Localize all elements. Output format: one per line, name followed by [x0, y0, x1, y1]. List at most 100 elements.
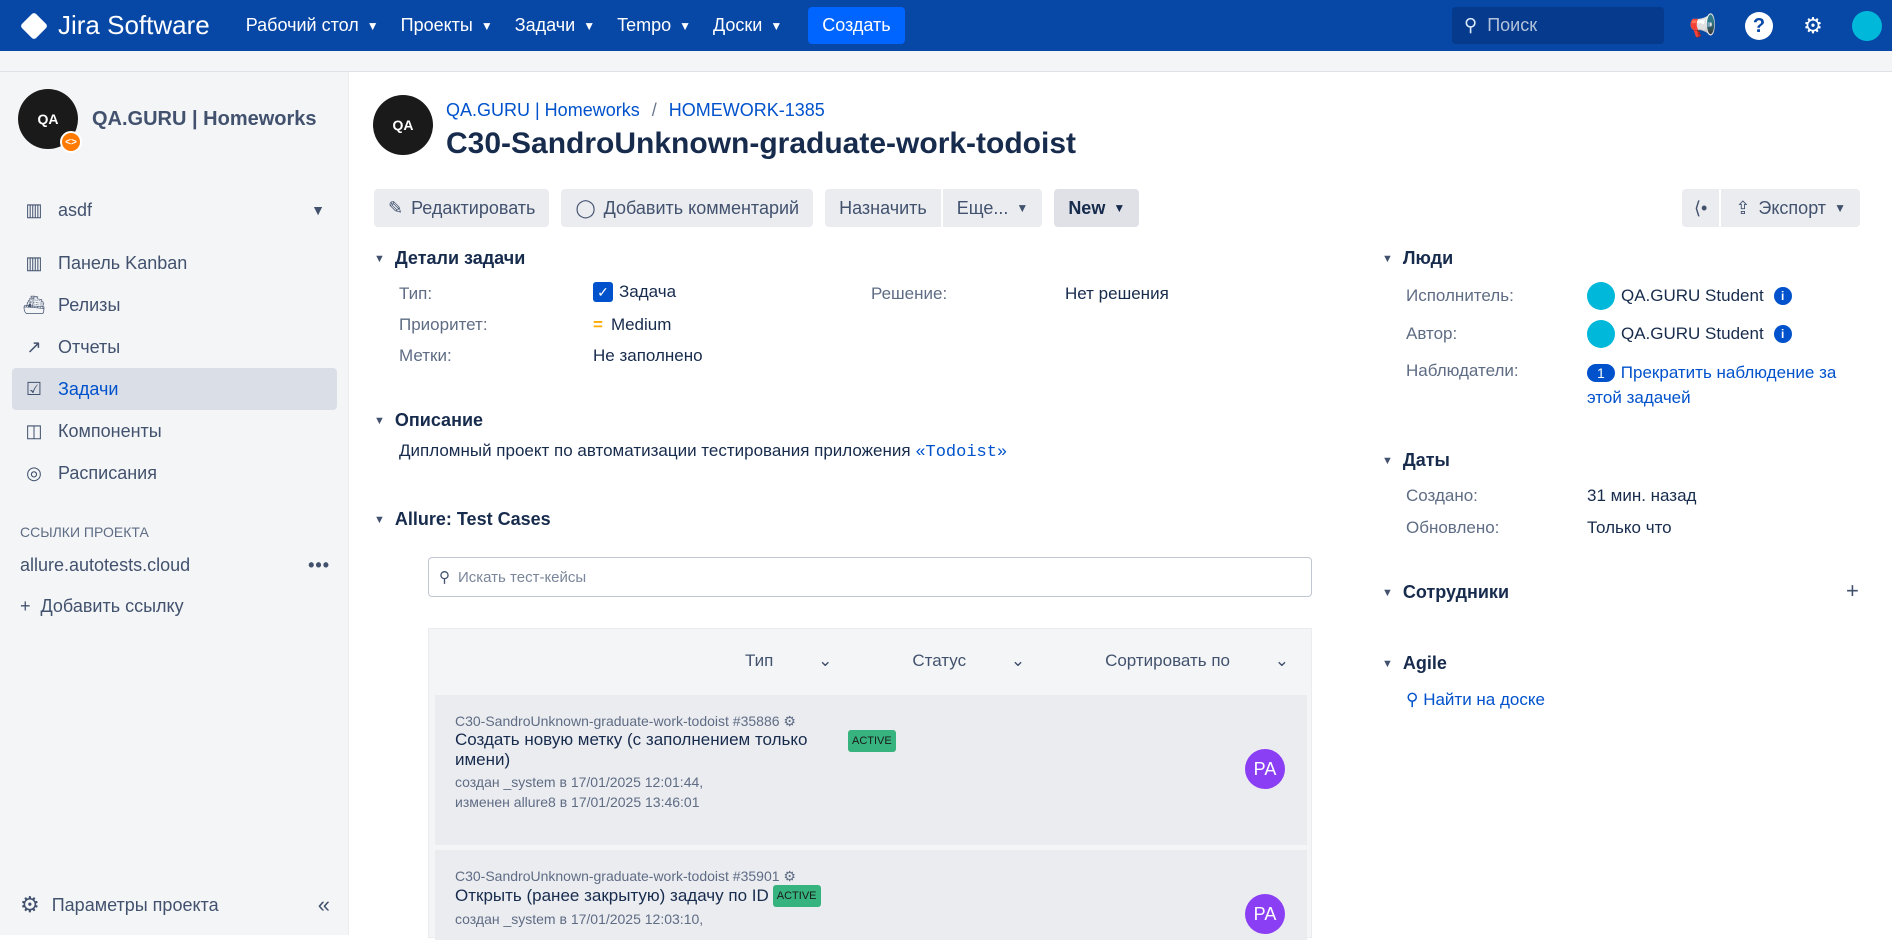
search-icon: ⚲ [1406, 690, 1419, 709]
description-text[interactable]: Дипломный проект по автоматизации тестир… [399, 441, 1007, 462]
collapse-sidebar-icon[interactable]: « [318, 892, 330, 918]
filter-status[interactable]: Статус ⌄ [872, 651, 1025, 671]
nav-dashboard[interactable]: Рабочий стол ▼ [246, 15, 379, 36]
details-section-toggle[interactable]: ▼ Детали задачи [374, 248, 525, 269]
project-avatar: QA <> [18, 89, 82, 153]
sort-by-label: Сортировать по [1105, 651, 1231, 670]
breadcrumb-project-link[interactable]: QA.GURU | Homeworks [446, 100, 640, 121]
employees-section-toggle[interactable]: ▼ Сотрудники [1382, 582, 1509, 603]
test-case-id-text: C30-SandroUnknown-graduate-work-todoist … [455, 713, 780, 729]
project-header[interactable]: QA <> QA.GURU | Homeworks [18, 89, 317, 153]
status-transition-button[interactable]: New ▼ [1054, 189, 1140, 227]
sort-by[interactable]: Сортировать по ⌄ [1065, 651, 1289, 671]
issue-title[interactable]: C30-SandroUnknown-graduate-work-todoist [446, 127, 1076, 161]
add-link-label: Добавить ссылку [40, 596, 184, 616]
priority-label: Приоритет: [399, 315, 488, 334]
sidebar-item-components[interactable]: ◫ Компоненты [12, 410, 337, 452]
issue-toolbar-right: ⟨• ⇪ Экспорт ▼ [1682, 189, 1872, 227]
filter-type[interactable]: Тип ⌄ [705, 651, 832, 671]
add-comment-button[interactable]: ◯ Добавить комментарий [561, 189, 814, 227]
description-section-toggle[interactable]: ▼ Описание [374, 410, 483, 431]
user-avatar[interactable] [1852, 11, 1882, 41]
nav-boards-label: Доски [713, 15, 763, 35]
add-comment-label: Добавить комментарий [603, 197, 800, 218]
test-case-search-input[interactable]: ⚲ Искать тест-кейсы [428, 557, 1312, 597]
pencil-icon: ✎ [388, 197, 404, 218]
dates-section-toggle[interactable]: ▼ Даты [1382, 450, 1450, 471]
assignee-value[interactable]: QA.GURU Student i [1587, 282, 1792, 310]
chevron-down-icon: ▼ [374, 513, 385, 526]
ship-icon: ⛴ [22, 294, 46, 315]
more-actions-button[interactable]: Еще... ▼ [942, 189, 1043, 227]
reporter-name: QA.GURU Student [1621, 324, 1764, 343]
user-avatar [1587, 320, 1615, 348]
edit-button[interactable]: ✎ Редактировать [374, 189, 550, 227]
chevron-down-icon: ▼ [374, 414, 385, 427]
allure-section-toggle[interactable]: ▼ Allure: Test Cases [374, 509, 551, 530]
add-employee-icon[interactable]: + [1846, 578, 1859, 604]
find-on-board-link[interactable]: ⚲ Найти на доске [1406, 690, 1545, 710]
assignee-name: QA.GURU Student [1621, 286, 1764, 305]
board-icon: ▥ [25, 199, 43, 220]
info-icon[interactable]: i [1773, 325, 1792, 343]
sidebar-item-reports[interactable]: ↗ Отчеты [12, 326, 337, 368]
jira-logo[interactable]: Jira Software [19, 10, 210, 41]
more-options-icon[interactable]: ••• [308, 555, 330, 576]
chevron-down-icon: ⌄ [1274, 651, 1289, 670]
nav-issues[interactable]: Задачи ▼ [515, 15, 595, 36]
board-selector[interactable]: ▥ asdf ▼ [12, 189, 337, 231]
priority-value-text: Medium [610, 315, 672, 334]
project-sidebar: QA <> QA.GURU | Homeworks ▥ asdf ▼ ▥ Пане… [0, 72, 349, 935]
agile-section-toggle[interactable]: ▼ Agile [1382, 653, 1447, 674]
test-case-created: создан _system в 17/01/2025 12:01:44, [455, 774, 704, 790]
project-settings[interactable]: ⚙ Параметры проекта « [20, 892, 330, 918]
test-case-card[interactable]: C30-SandroUnknown-graduate-work-todoist … [435, 695, 1307, 845]
nav-boards[interactable]: Доски ▼ [713, 15, 782, 36]
reporter-value[interactable]: QA.GURU Student i [1587, 320, 1792, 348]
sidebar-item-schedules[interactable]: ◎ Расписания [12, 452, 337, 494]
gear-icon[interactable]: ⚙ [1798, 11, 1828, 41]
help-icon[interactable]: ? [1745, 12, 1773, 40]
chevron-down-icon: ▼ [1834, 201, 1846, 215]
nav-projects[interactable]: Проекты ▼ [401, 15, 493, 36]
sidebar-item-label: Панель Kanban [58, 252, 188, 273]
megaphone-icon[interactable]: 📢 [1688, 11, 1718, 41]
nav-tempo[interactable]: Tempo ▼ [617, 15, 691, 36]
main-nav: Рабочий стол ▼ Проекты ▼ Задачи ▼ Tempo ▼ До… [246, 7, 905, 44]
stop-watching-link-cont[interactable]: этой задачей [1587, 385, 1857, 410]
description-link[interactable]: «Todoist» [915, 443, 1007, 462]
chart-icon: ↗ [26, 336, 42, 357]
project-settings-label: Параметры проекта [51, 894, 219, 915]
test-case-filters: Тип ⌄ Статус ⌄ Сортировать по ⌄ [665, 651, 1289, 671]
labels-value[interactable]: Не заполнено [593, 346, 703, 366]
sidebar-item-releases[interactable]: ⛴ Релизы [12, 284, 337, 326]
status-label: New [1068, 197, 1106, 218]
chevron-down-icon: ▼ [1382, 657, 1393, 670]
global-search-input[interactable]: ⚲ Поиск [1452, 7, 1664, 44]
project-name: QA.GURU | Homeworks [92, 107, 317, 130]
info-icon[interactable]: i [1773, 287, 1792, 305]
breadcrumb: QA.GURU | Homeworks / HOMEWORK-1385 [446, 100, 825, 121]
breadcrumb-issue-key-link[interactable]: HOMEWORK-1385 [669, 100, 825, 121]
search-icon: ⚲ [439, 569, 450, 586]
labels-label: Метки: [399, 346, 452, 365]
add-link-button[interactable]: + Добавить ссылку [20, 596, 184, 617]
export-icon: ⇪ [1735, 197, 1751, 218]
jira-logo-icon [19, 11, 49, 40]
assign-button[interactable]: Назначить [825, 189, 941, 227]
people-section-toggle[interactable]: ▼ Люди [1382, 248, 1453, 269]
export-button[interactable]: ⇪ Экспорт ▼ [1721, 189, 1860, 227]
sidebar-item-label: Компоненты [58, 420, 162, 441]
sidebar-item-kanban[interactable]: ▥ Панель Kanban [12, 242, 337, 284]
share-button[interactable]: ⟨• [1682, 189, 1720, 227]
project-link-allure[interactable]: allure.autotests.cloud ••• [20, 555, 330, 576]
created-value: 31 мин. назад [1587, 486, 1697, 505]
components-icon: ◫ [25, 420, 43, 441]
create-button[interactable]: Создать [808, 7, 905, 44]
sidebar-item-label: Релизы [58, 294, 121, 315]
stop-watching-link[interactable]: Прекратить наблюдение за [1621, 360, 1837, 385]
test-case-card[interactable]: C30-SandroUnknown-graduate-work-todoist … [435, 850, 1307, 940]
test-case-name: Открыть (ранее закрытую) задачу по ID [455, 886, 769, 905]
robot-icon: ⚙ [783, 713, 796, 729]
sidebar-item-issues[interactable]: ☑ Задачи [12, 368, 337, 410]
